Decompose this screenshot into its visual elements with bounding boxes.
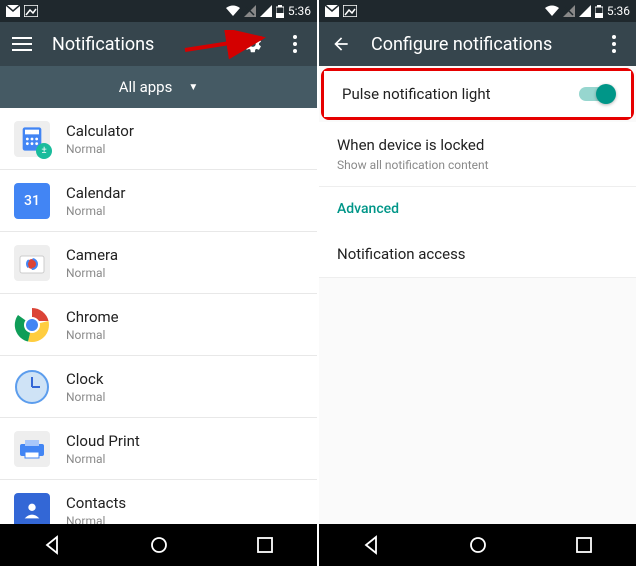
left-screen: 5:36 Notifications All apps ▼ ± Calculato… <box>0 0 319 566</box>
list-item[interactable]: Contacts Normal <box>0 480 317 524</box>
right-screen: 5:36 Configure notifications Pulse notif… <box>319 0 638 566</box>
app-bar: Configure notifications <box>319 22 636 66</box>
app-icon <box>14 245 50 281</box>
filter-label: All apps <box>119 78 173 96</box>
app-bar: Notifications <box>0 22 317 66</box>
recents-nav-icon[interactable] <box>575 536 593 554</box>
app-icon: 31 <box>14 183 50 219</box>
nav-bar <box>0 524 317 566</box>
app-icon <box>14 307 50 343</box>
more-icon[interactable] <box>602 32 626 56</box>
highlighted-region: Pulse notification light <box>321 68 634 120</box>
app-name: Contacts <box>66 494 126 512</box>
home-nav-icon[interactable] <box>468 535 488 555</box>
gmail-icon <box>325 5 339 17</box>
setting-label: Notification access <box>337 245 466 263</box>
wifi-icon <box>545 5 559 17</box>
no-signal-icon <box>244 5 256 17</box>
picture-icon <box>24 5 38 17</box>
setting-advanced-header: Advanced <box>319 187 636 231</box>
setting-label: When device is locked <box>337 136 489 154</box>
app-icon <box>14 369 50 405</box>
app-name: Calendar <box>66 184 126 202</box>
home-nav-icon[interactable] <box>149 535 169 555</box>
list-item[interactable]: Cloud Print Normal <box>0 418 317 480</box>
app-sublabel: Normal <box>66 328 119 342</box>
status-bar: 5:36 <box>0 0 317 22</box>
app-sublabel: Normal <box>66 514 126 525</box>
back-nav-icon[interactable] <box>362 535 382 555</box>
clock-text: 5:36 <box>288 4 311 18</box>
clock-text: 5:36 <box>607 4 630 18</box>
back-icon[interactable] <box>329 32 353 56</box>
setting-notification-access[interactable]: Notification access <box>319 231 636 278</box>
filter-dropdown[interactable]: All apps ▼ <box>0 66 317 108</box>
list-item[interactable]: 31 Calendar Normal <box>0 170 317 232</box>
app-icon: ± <box>14 121 50 157</box>
list-item[interactable]: Clock Normal <box>0 356 317 418</box>
wifi-icon <box>226 5 240 17</box>
no-signal-icon <box>563 5 575 17</box>
app-sublabel: Normal <box>66 204 126 218</box>
setting-sublabel: Show all notification content <box>337 158 489 172</box>
app-icon <box>14 493 50 525</box>
battery-icon <box>595 5 603 18</box>
app-sublabel: Normal <box>66 452 140 466</box>
app-name: Cloud Print <box>66 432 140 450</box>
app-list: ± Calculator Normal 31 Calendar Normal Camera N… <box>0 108 317 524</box>
app-sublabel: Normal <box>66 390 105 404</box>
app-sublabel: Normal <box>66 266 118 280</box>
setting-label: Pulse notification light <box>342 85 491 103</box>
gmail-icon <box>6 5 20 17</box>
picture-icon <box>343 5 357 17</box>
app-sublabel: Normal <box>66 142 134 156</box>
signal-icon <box>579 5 591 17</box>
app-icon <box>14 431 50 467</box>
app-name: Clock <box>66 370 105 388</box>
section-header: Advanced <box>337 201 399 217</box>
setting-pulse[interactable]: Pulse notification light <box>324 71 631 117</box>
status-bar: 5:36 <box>319 0 636 22</box>
app-name: Calculator <box>66 122 134 140</box>
more-icon[interactable] <box>283 32 307 56</box>
list-item[interactable]: Chrome Normal <box>0 294 317 356</box>
back-nav-icon[interactable] <box>43 535 63 555</box>
battery-icon <box>276 5 284 18</box>
setting-locked[interactable]: When device is locked Show all notificat… <box>319 122 636 187</box>
hamburger-icon[interactable] <box>10 32 34 56</box>
app-name: Chrome <box>66 308 119 326</box>
recents-nav-icon[interactable] <box>256 536 274 554</box>
chevron-down-icon: ▼ <box>188 82 198 93</box>
page-title: Notifications <box>52 34 223 55</box>
toggle-switch[interactable] <box>579 87 613 101</box>
gear-icon[interactable] <box>241 32 265 56</box>
signal-icon <box>260 5 272 17</box>
list-item[interactable]: Camera Normal <box>0 232 317 294</box>
list-item[interactable]: ± Calculator Normal <box>0 108 317 170</box>
nav-bar <box>319 524 636 566</box>
app-name: Camera <box>66 246 118 264</box>
page-title: Configure notifications <box>371 34 584 55</box>
